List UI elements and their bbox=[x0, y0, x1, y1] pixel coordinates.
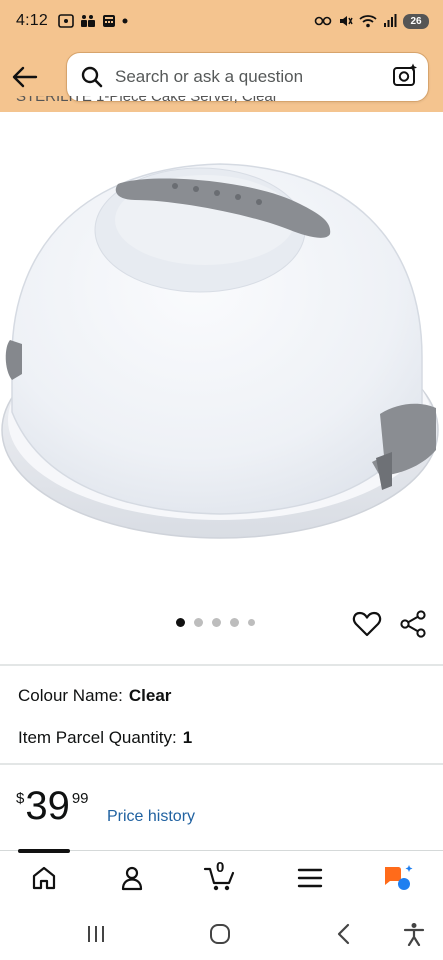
price-history-link[interactable]: Price history bbox=[107, 808, 195, 826]
pagination-dot[interactable] bbox=[176, 618, 185, 627]
accessibility-button[interactable] bbox=[400, 920, 428, 948]
colour-label: Colour Name: bbox=[18, 686, 123, 705]
camera-sparkle-icon bbox=[393, 63, 417, 86]
nav-menu[interactable] bbox=[290, 861, 330, 895]
menu-icon bbox=[297, 868, 323, 888]
share-icon bbox=[400, 610, 426, 638]
colour-row: Colour Name: Clear bbox=[18, 686, 171, 706]
teams-icon bbox=[80, 15, 95, 27]
quantity-row: Item Parcel Quantity: 1 bbox=[18, 728, 192, 748]
signal-icon bbox=[384, 14, 397, 27]
price-whole: 39 bbox=[25, 784, 70, 828]
back-arrow-icon bbox=[12, 66, 38, 88]
account-icon bbox=[121, 866, 143, 891]
search-input[interactable]: Search or ask a question bbox=[66, 52, 429, 102]
wishlist-button[interactable] bbox=[352, 609, 382, 639]
status-time: 4:12 bbox=[16, 12, 48, 29]
calculator-icon bbox=[102, 15, 115, 27]
key-icon bbox=[314, 16, 332, 26]
price-symbol: $ bbox=[16, 790, 25, 807]
wifi-icon bbox=[359, 15, 377, 28]
home-icon bbox=[32, 866, 56, 890]
recent-apps-icon bbox=[88, 926, 104, 942]
status-bar: 4:12 26 bbox=[0, 0, 443, 42]
product-image bbox=[1, 163, 439, 539]
active-tab-indicator bbox=[18, 849, 70, 853]
search-placeholder: Search or ask a question bbox=[115, 67, 304, 86]
product-image-carousel[interactable] bbox=[0, 112, 443, 612]
nav-account[interactable] bbox=[112, 861, 152, 895]
mute-icon bbox=[340, 16, 353, 26]
home-circle-icon bbox=[210, 924, 230, 944]
bottom-nav: 0 bbox=[0, 849, 443, 908]
share-button[interactable] bbox=[398, 609, 428, 639]
quantity-value: 1 bbox=[182, 728, 193, 747]
heart-icon bbox=[352, 611, 382, 637]
screenshot-icon bbox=[58, 14, 74, 28]
back-system-button[interactable] bbox=[330, 920, 358, 948]
quantity-label: Item Parcel Quantity: bbox=[18, 728, 177, 747]
search-icon bbox=[81, 66, 103, 88]
section-divider bbox=[0, 763, 443, 765]
colour-value: Clear bbox=[128, 686, 172, 705]
nav-home[interactable] bbox=[24, 861, 64, 895]
home-button[interactable] bbox=[206, 920, 234, 948]
nav-cart[interactable]: 0 bbox=[200, 859, 240, 895]
section-divider bbox=[0, 664, 443, 666]
dot-icon bbox=[122, 18, 128, 24]
camera-search-button[interactable] bbox=[392, 62, 418, 93]
chevron-left-icon bbox=[337, 923, 350, 945]
product-title-partial: STERILITE 1-Piece Cake Server, Clear bbox=[16, 96, 278, 105]
pagination-dot[interactable] bbox=[194, 618, 203, 627]
pagination-dot[interactable] bbox=[248, 619, 255, 626]
rufus-assistant-icon bbox=[385, 865, 413, 890]
image-pagination bbox=[176, 618, 255, 627]
battery-icon: 26 bbox=[403, 13, 429, 29]
pagination-dot[interactable] bbox=[230, 618, 239, 627]
nav-rufus-assistant[interactable] bbox=[378, 861, 418, 895]
system-nav-bar bbox=[0, 908, 443, 960]
price: $ 39 99 bbox=[16, 786, 89, 826]
cart-count: 0 bbox=[216, 859, 225, 876]
recent-apps-button[interactable] bbox=[82, 920, 110, 948]
price-fraction: 99 bbox=[71, 790, 89, 807]
accessibility-icon bbox=[403, 923, 425, 946]
pagination-dot[interactable] bbox=[212, 618, 221, 627]
